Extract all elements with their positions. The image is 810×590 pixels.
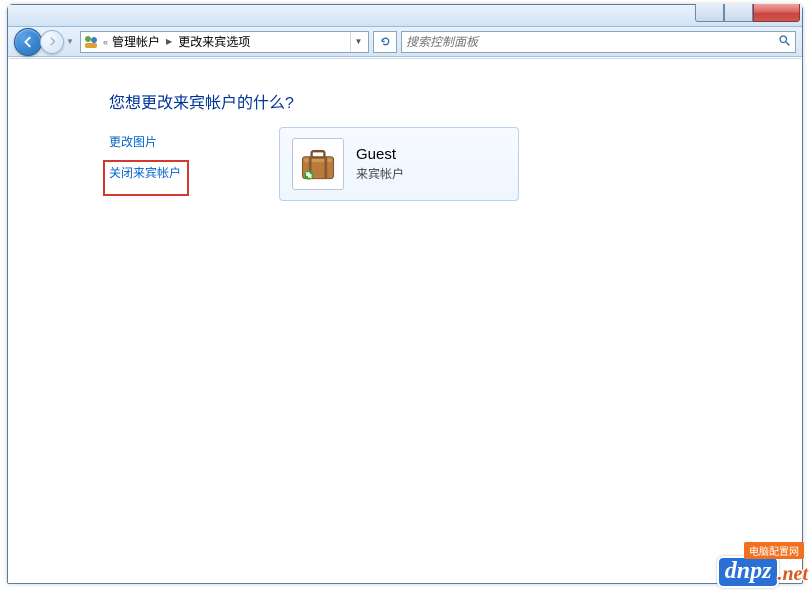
search-box[interactable] bbox=[401, 31, 796, 53]
arrow-left-icon bbox=[21, 35, 35, 49]
control-panel-window: ▼ « 管理帐户 ▶ 更改来宾选项 ▼ bbox=[7, 4, 803, 584]
watermark-tag: 电脑配置网 bbox=[744, 542, 804, 559]
nav-buttons: ▼ bbox=[14, 28, 76, 56]
suitcase-icon bbox=[292, 138, 344, 190]
breadcrumb-parent[interactable]: 管理帐户 bbox=[112, 33, 160, 50]
breadcrumb-current[interactable]: 更改来宾选项 bbox=[178, 33, 250, 50]
highlight-annotation: 关闭来宾帐户 bbox=[103, 160, 189, 196]
search-icon[interactable] bbox=[778, 34, 791, 50]
window-controls bbox=[695, 4, 800, 22]
page-heading: 您想更改来宾帐户的什么? bbox=[109, 89, 751, 113]
address-dropdown[interactable]: ▼ bbox=[350, 32, 366, 52]
arrow-right-icon bbox=[47, 36, 58, 47]
refresh-icon bbox=[379, 35, 392, 48]
turn-off-guest-link[interactable]: 关闭来宾帐户 bbox=[109, 164, 181, 181]
breadcrumb-prefix: « bbox=[103, 37, 108, 47]
maximize-button[interactable] bbox=[724, 4, 753, 22]
account-name: Guest bbox=[356, 146, 404, 163]
watermark-suffix: .net bbox=[777, 563, 808, 586]
change-picture-link[interactable]: 更改图片 bbox=[109, 133, 189, 150]
minimize-button[interactable] bbox=[695, 4, 724, 22]
watermark: 电脑配置网 dnpz .net bbox=[717, 556, 808, 588]
address-bar[interactable]: « 管理帐户 ▶ 更改来宾选项 ▼ bbox=[80, 31, 369, 53]
toolbar: ▼ « 管理帐户 ▶ 更改来宾选项 ▼ bbox=[8, 27, 802, 57]
search-input[interactable] bbox=[406, 35, 778, 49]
action-links: 更改图片 关闭来宾帐户 bbox=[109, 133, 189, 196]
account-type: 来宾帐户 bbox=[356, 165, 404, 182]
breadcrumb: « 管理帐户 ▶ 更改来宾选项 bbox=[103, 33, 346, 50]
nav-history-dropdown[interactable]: ▼ bbox=[64, 30, 76, 54]
watermark-brand: dnpz bbox=[717, 556, 780, 588]
account-text: Guest 来宾帐户 bbox=[356, 146, 404, 182]
refresh-button[interactable] bbox=[373, 31, 397, 53]
user-accounts-icon bbox=[83, 34, 99, 50]
titlebar bbox=[8, 5, 802, 27]
chevron-right-icon[interactable]: ▶ bbox=[164, 37, 174, 46]
back-button[interactable] bbox=[14, 28, 42, 56]
guest-account-card[interactable]: Guest 来宾帐户 bbox=[279, 127, 519, 201]
forward-button[interactable] bbox=[40, 30, 64, 54]
main-row: 更改图片 关闭来宾帐户 bbox=[109, 133, 751, 201]
content-area: 您想更改来宾帐户的什么? 更改图片 关闭来宾帐户 bbox=[9, 58, 801, 582]
close-button[interactable] bbox=[753, 4, 800, 22]
